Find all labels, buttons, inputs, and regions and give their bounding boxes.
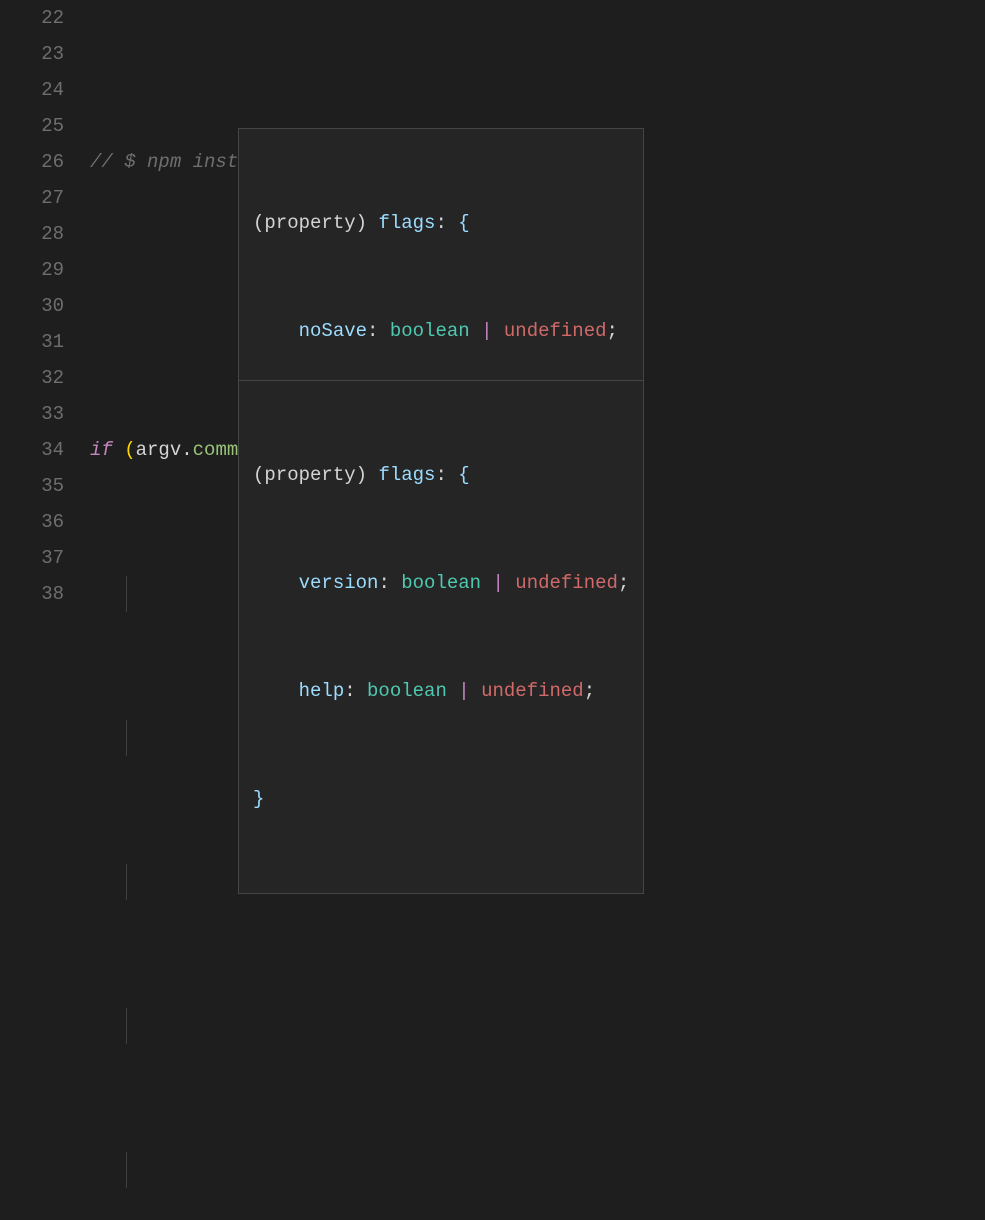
- line-number: 23: [0, 36, 64, 72]
- line-number: 32: [0, 360, 64, 396]
- line-number: 37: [0, 540, 64, 576]
- line-number: 30: [0, 288, 64, 324]
- tooltip-line: version: boolean | undefined;: [253, 565, 629, 601]
- paren-open: (: [124, 439, 135, 461]
- indent-guide: [126, 1152, 127, 1188]
- indent-guide: [126, 720, 127, 756]
- tooltip-line: help: boolean | undefined;: [253, 673, 629, 709]
- line-number: 22: [0, 0, 64, 36]
- line-number: 29: [0, 252, 64, 288]
- dot: .: [181, 439, 192, 461]
- tooltip-property-name: flags: [378, 464, 435, 486]
- tooltip-property-name: flags: [378, 212, 435, 234]
- indent-guide: [126, 864, 127, 900]
- code-line[interactable]: [90, 1152, 985, 1188]
- tooltip-line: noSave: boolean | undefined;: [253, 313, 629, 349]
- code-area[interactable]: // $ npm install lodash if (argv.command…: [90, 0, 985, 610]
- code-line[interactable]: [90, 1008, 985, 1044]
- indent-guide: [126, 1008, 127, 1044]
- line-number: 27: [0, 180, 64, 216]
- line-number: 31: [0, 324, 64, 360]
- line-number: 26: [0, 144, 64, 180]
- line-number: 25: [0, 108, 64, 144]
- identifier: argv: [136, 439, 182, 461]
- indent-guide: [126, 576, 127, 612]
- line-number-gutter: 22 23 24 25 26 27 28 29 30 31 32 33 34 3…: [0, 0, 90, 610]
- tooltip-line: (property) flags: {: [253, 457, 629, 493]
- line-number: 24: [0, 72, 64, 108]
- line-number: 38: [0, 576, 64, 612]
- keyword-if: if: [90, 439, 113, 461]
- line-number: 34: [0, 432, 64, 468]
- hover-type-tooltip: (property) flags: { version: boolean | u…: [238, 380, 644, 894]
- line-number: 28: [0, 216, 64, 252]
- line-number: 33: [0, 396, 64, 432]
- tooltip-line: (property) flags: {: [253, 205, 629, 241]
- code-editor[interactable]: 22 23 24 25 26 27 28 29 30 31 32 33 34 3…: [0, 0, 985, 610]
- tooltip-line: }: [253, 781, 629, 817]
- line-number: 36: [0, 504, 64, 540]
- line-number: 35: [0, 468, 64, 504]
